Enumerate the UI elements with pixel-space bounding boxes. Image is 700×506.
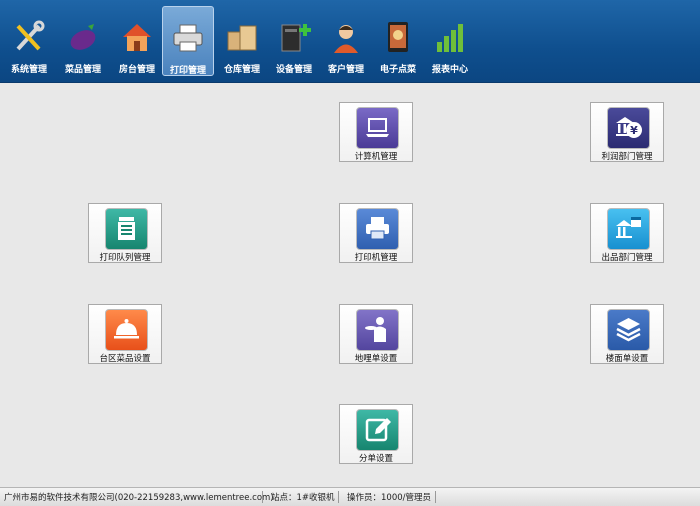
toolbar-dish-management[interactable]: 菜品管理 [57, 6, 109, 76]
toolbar-label: 报表中心 [431, 65, 468, 75]
edit-pencil-icon [365, 418, 391, 442]
tile-label: 打印机管理 [354, 253, 398, 263]
company-info: 广州市易的软件技术有限公司(020-22159283,www.lementree… [4, 493, 274, 503]
tile-label: 利润部门管理 [601, 152, 653, 162]
top-toolbar: 系统管理 菜品管理 房台管理 打印管理 仓库管理 设备管理 客户管理 电子点菜 … [0, 0, 700, 83]
waiter-slip-setting-tile[interactable]: 地哩单设置 [339, 304, 413, 364]
toolbar-device-management[interactable]: 设备管理 [268, 6, 320, 76]
operator-info: 操作员：1000/管理员 [347, 493, 431, 503]
food-cloche-icon [114, 319, 139, 339]
computer-management-tile[interactable]: 计算机管理 [339, 102, 413, 162]
station-info: 站点：1#收银机 [271, 493, 335, 503]
svg-text:¥: ¥ [630, 124, 638, 137]
toolbar-electronic-ordering[interactable]: 电子点菜 [372, 6, 424, 76]
tile-label: 台区菜品设置 [99, 354, 151, 364]
bank-yuan-icon: ¥ [616, 117, 642, 138]
laptop-icon [366, 118, 389, 137]
eggplant-icon [70, 24, 96, 50]
printer-icon-box [356, 208, 399, 250]
split-slip-setting-tile[interactable]: 分单设置 [339, 404, 413, 464]
status-divider [435, 491, 436, 503]
area-dish-icon-box [105, 309, 148, 351]
floor-slip-icon-box [607, 309, 650, 351]
house-icon [123, 24, 151, 51]
printer-management-tile[interactable]: 打印机管理 [339, 203, 413, 263]
toolbar-report-center[interactable]: 报表中心 [424, 6, 476, 76]
profit-icon-box: ¥ [607, 107, 650, 149]
tile-label: 计算机管理 [354, 152, 398, 162]
print-queue-tile[interactable]: 打印队列管理 [88, 203, 162, 263]
tablet-menu-icon [388, 22, 408, 52]
dish-dept-icon-box [607, 208, 650, 250]
customer-icon [334, 25, 358, 53]
toolbar-room-management[interactable]: 房台管理 [111, 6, 163, 76]
bar-chart-icon [437, 24, 463, 52]
dish-department-tile[interactable]: 出品部门管理 [590, 203, 664, 263]
boxes-icon [227, 25, 257, 51]
status-divider [262, 491, 263, 503]
tools-icon [16, 20, 45, 51]
tile-label: 打印队列管理 [99, 253, 151, 263]
tile-label: 楼面单设置 [605, 354, 649, 364]
printer-icon [173, 24, 203, 52]
building-calendar-icon [616, 217, 641, 238]
tile-label: 地哩单设置 [354, 354, 398, 364]
area-dish-setting-tile[interactable]: 台区菜品设置 [88, 304, 162, 364]
split-slip-icon-box [356, 409, 399, 451]
tile-label: 分单设置 [358, 454, 393, 464]
toolbar-system-management[interactable]: 系统管理 [3, 6, 55, 76]
print-queue-icon-box [105, 208, 148, 250]
tile-label: 出品部门管理 [601, 253, 653, 263]
status-divider [338, 491, 339, 503]
toolbar-warehouse-management[interactable]: 仓库管理 [216, 6, 268, 76]
printer-icon [366, 217, 389, 240]
floor-slip-setting-tile[interactable]: 楼面单设置 [590, 304, 664, 364]
waiter-icon [365, 317, 386, 342]
toolbar-print-management[interactable]: 打印管理 [162, 6, 214, 76]
profit-department-tile[interactable]: ¥ 利润部门管理 [590, 102, 664, 162]
device-icon [281, 24, 311, 52]
waiter-slip-icon-box [356, 309, 399, 351]
toolbar-customer-management[interactable]: 客户管理 [320, 6, 372, 76]
computer-icon-box [356, 107, 399, 149]
print-queue-icon [118, 217, 135, 240]
status-bar: 广州市易的软件技术有限公司(020-22159283,www.lementree… [0, 487, 700, 506]
layers-icon [616, 318, 641, 342]
